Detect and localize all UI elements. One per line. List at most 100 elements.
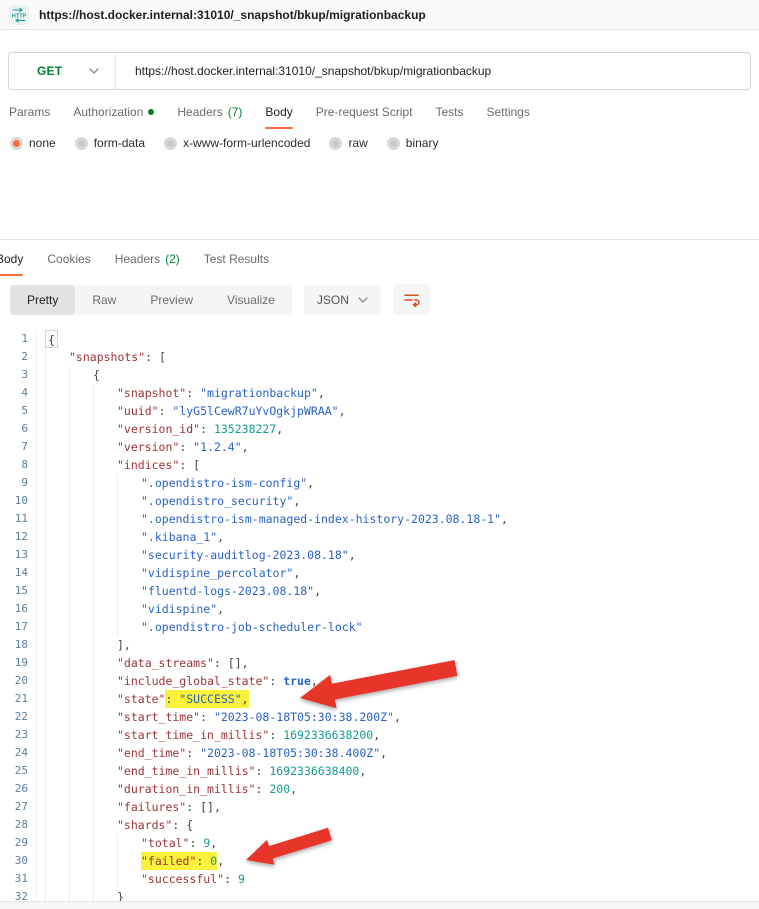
indent-guide: [45, 456, 69, 474]
indent-guide: [69, 834, 93, 852]
indent-guide: [45, 672, 69, 690]
code-content: "state": "SUCCESS",: [36, 690, 249, 708]
indent-guide: [69, 816, 93, 834]
response-tab-test-results[interactable]: Test Results: [204, 248, 269, 276]
body-mode-radios: none form-data x-www-form-urlencoded raw bin…: [10, 136, 759, 150]
body-mode-binary[interactable]: binary: [387, 136, 439, 150]
indent-guide: [117, 528, 141, 546]
line-number: 23: [6, 726, 36, 744]
indent-guide: [45, 564, 69, 582]
line-number: 18: [6, 636, 36, 654]
method-select[interactable]: GET: [9, 53, 116, 89]
indent-guide: [93, 618, 117, 636]
request-tab-settings[interactable]: Settings: [487, 101, 530, 129]
code-content: ".opendistro_security",: [36, 492, 300, 510]
wrap-lines-button[interactable]: [393, 284, 430, 315]
indent-guide: [45, 402, 69, 420]
line-number: 16: [6, 600, 36, 618]
tab-label: Headers: [115, 252, 160, 266]
url-input[interactable]: [116, 53, 750, 89]
radio-label: raw: [348, 136, 367, 150]
indent-guide: [69, 780, 93, 798]
language-select[interactable]: JSON: [304, 285, 381, 315]
indent-guide: [45, 582, 69, 600]
indent-guide: [93, 492, 117, 510]
code-content: ".opendistro-ism-config",: [36, 474, 314, 492]
indent-guide: [93, 816, 117, 834]
indent-guide: [69, 564, 93, 582]
indent-guide: [69, 492, 93, 510]
tab-label: Cookies: [47, 252, 90, 266]
body-mode-x-www-form-urlencoded[interactable]: x-www-form-urlencoded: [164, 136, 310, 150]
indent-guide: [45, 492, 69, 510]
indent-guide: [117, 870, 141, 888]
code-content: "snapshots": [: [36, 348, 166, 366]
view-mode-pretty[interactable]: Pretty: [10, 285, 75, 315]
method-label: GET: [37, 64, 62, 78]
code-line: 15"fluentd-logs-2023.08.18",: [6, 582, 759, 600]
indent-guide: [93, 672, 117, 690]
indent-guide: [69, 510, 93, 528]
request-tab-params[interactable]: Params: [9, 101, 50, 129]
code-line: 28"shards": {: [6, 816, 759, 834]
indent-guide: [69, 582, 93, 600]
view-mode-preview[interactable]: Preview: [133, 285, 210, 315]
request-body-empty-area: [0, 150, 759, 239]
body-mode-form-data[interactable]: form-data: [75, 136, 145, 150]
view-mode-raw[interactable]: Raw: [75, 285, 133, 315]
tab-label: Body: [265, 105, 292, 119]
code-content: "successful": 9: [36, 870, 245, 888]
code-line: 7"version": "1.2.4",: [6, 438, 759, 456]
indent-guide: [93, 690, 117, 708]
indent-guide: [45, 708, 69, 726]
indent-guide: [117, 546, 141, 564]
code-line: 9".opendistro-ism-config",: [6, 474, 759, 492]
code-line: 6"version_id": 135238227,: [6, 420, 759, 438]
indent-guide: [93, 528, 117, 546]
line-number: 15: [6, 582, 36, 600]
view-mode-visualize[interactable]: Visualize: [210, 285, 292, 315]
indent-guide: [69, 420, 93, 438]
request-tab-body[interactable]: Body: [265, 101, 292, 129]
line-number: 26: [6, 780, 36, 798]
tab-label: Authorization: [73, 105, 143, 119]
indent-guide: [45, 510, 69, 528]
request-tab-pre-request-script[interactable]: Pre-request Script: [316, 101, 413, 129]
code-content: ".opendistro-ism-managed-index-history-2…: [36, 510, 508, 528]
request-tab-headers[interactable]: Headers(7): [177, 101, 242, 129]
request-tab-authorization[interactable]: Authorization: [73, 101, 154, 129]
code-line: 26"duration_in_millis": 200,: [6, 780, 759, 798]
radio-icon: [75, 137, 88, 150]
indent-guide: [45, 798, 69, 816]
tab-label: Test Results: [204, 252, 269, 266]
code-line: 18],: [6, 636, 759, 654]
indent-guide: [45, 420, 69, 438]
radio-icon: [10, 137, 23, 150]
yellow-highlight: "failed": 0: [141, 852, 217, 870]
response-tab-body[interactable]: Body: [0, 248, 23, 276]
response-tab-cookies[interactable]: Cookies: [47, 248, 90, 276]
indent-guide: [117, 834, 141, 852]
indent-guide: [69, 600, 93, 618]
line-number: 2: [6, 348, 36, 366]
line-number: 13: [6, 546, 36, 564]
code-line: 19"data_streams": [],: [6, 654, 759, 672]
bottom-scroll-track[interactable]: [0, 901, 759, 909]
auth-configured-dot-icon: [148, 109, 154, 115]
request-tab-tests[interactable]: Tests: [435, 101, 463, 129]
code-line: 31"successful": 9: [6, 870, 759, 888]
indent-guide: [69, 636, 93, 654]
line-number: 12: [6, 528, 36, 546]
http-request-icon: HTTP: [9, 5, 29, 25]
response-body-code[interactable]: 1{2"snapshots": [3{4"snapshot": "migrati…: [0, 330, 759, 906]
code-content: "start_time": "2023-08-18T05:30:38.200Z"…: [36, 708, 401, 726]
indent-guide: [93, 708, 117, 726]
wrap-lines-icon: [403, 292, 420, 307]
indent-guide: [45, 528, 69, 546]
body-mode-raw[interactable]: raw: [329, 136, 367, 150]
line-number: 7: [6, 438, 36, 456]
response-tab-headers[interactable]: Headers(2): [115, 248, 180, 276]
radio-icon: [387, 137, 400, 150]
tab-title: https://host.docker.internal:31010/_snap…: [39, 8, 426, 22]
body-mode-none[interactable]: none: [10, 136, 56, 150]
